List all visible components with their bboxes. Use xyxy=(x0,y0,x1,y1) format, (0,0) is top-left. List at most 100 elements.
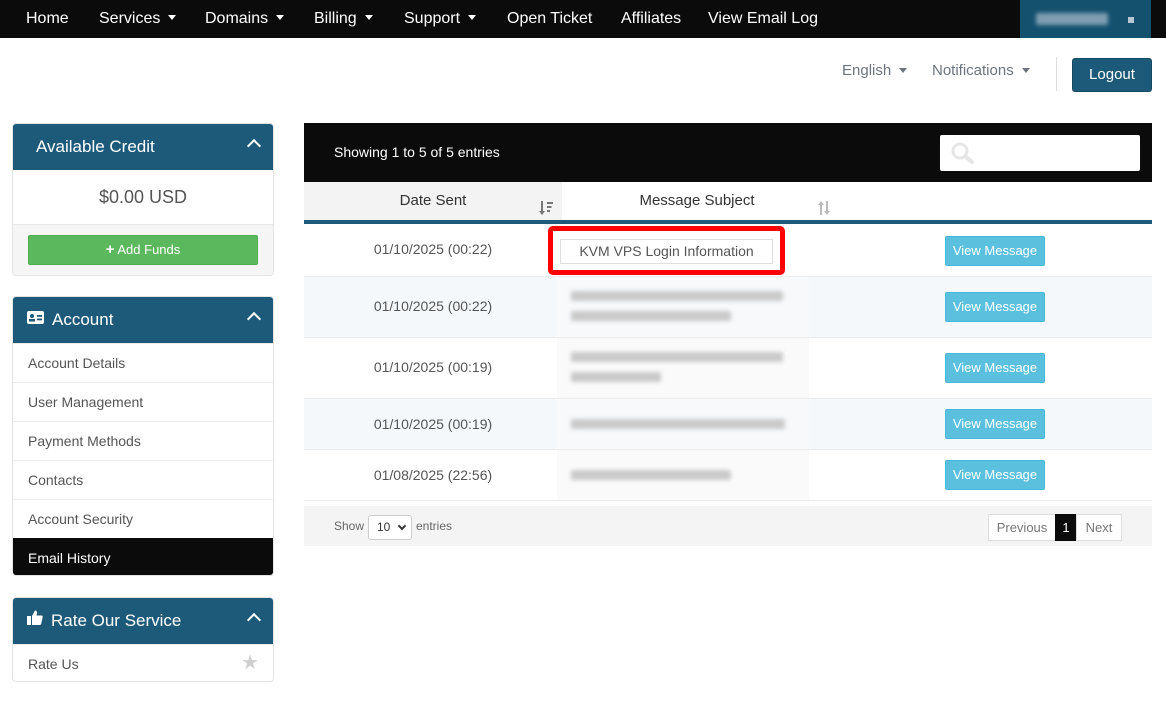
nav-home-label: Home xyxy=(26,10,69,27)
caret-down-icon xyxy=(276,15,285,21)
pagination-page-1[interactable]: 1 xyxy=(1055,514,1077,541)
pagination-previous[interactable]: Previous xyxy=(988,514,1056,541)
sidebar-item-account-security[interactable]: Account Security xyxy=(13,499,273,538)
blurred-text xyxy=(571,291,783,301)
caret-down-icon xyxy=(1021,67,1030,73)
credit-amount: $0.00 USD xyxy=(98,187,188,207)
chevron-up-icon xyxy=(246,311,262,327)
account-title: Account xyxy=(52,310,114,329)
add-funds-button[interactable]: + Add Funds xyxy=(28,235,258,265)
date-sent-cell: 01/10/2025 (00:22) xyxy=(373,241,493,257)
account-header[interactable]: Account xyxy=(13,297,273,343)
view-message-button[interactable]: View Message xyxy=(945,409,1045,439)
user-name-redacted xyxy=(1036,13,1108,25)
page-size-value: 10 xyxy=(377,520,391,534)
sidebar-item-email-history[interactable]: Email History xyxy=(13,538,273,575)
rate-service-header[interactable]: Rate Our Service xyxy=(13,598,273,644)
star-icon: ★ xyxy=(241,652,259,674)
notifications-menu[interactable]: Notifications xyxy=(932,62,1030,79)
available-credit-title: Available Credit xyxy=(36,137,155,156)
nav-open-ticket[interactable]: Open Ticket xyxy=(507,0,592,38)
blurred-text xyxy=(571,470,731,480)
rate-service-panel: Rate Our Service Rate Us ★ xyxy=(12,597,274,682)
date-sent-cell: 01/08/2025 (22:56) xyxy=(373,467,493,483)
nav-billing[interactable]: Billing xyxy=(314,0,373,38)
entries-label: entries xyxy=(416,519,453,533)
available-credit-header[interactable]: Available Credit xyxy=(13,124,273,170)
table-row: 01/10/2025 (00:19) View Message xyxy=(304,399,1152,450)
message-subject-header-label: Message Subject xyxy=(639,192,755,209)
nav-billing-label: Billing xyxy=(314,10,357,27)
table-toolbar: Showing 1 to 5 of 5 entries xyxy=(304,123,1152,182)
nav-services[interactable]: Services xyxy=(99,0,177,38)
caret-down-icon xyxy=(168,15,177,21)
header-divider xyxy=(1056,57,1057,91)
sidebar-item-contacts[interactable]: Contacts xyxy=(13,460,273,499)
message-subject-link[interactable]: KVM VPS Login Information xyxy=(560,239,773,264)
nav-services-label: Services xyxy=(99,10,161,27)
caret-down-icon xyxy=(364,15,373,21)
caret-down-icon xyxy=(468,15,477,21)
sidebar-item-payment-methods[interactable]: Payment Methods xyxy=(13,421,273,460)
plus-icon: + xyxy=(105,241,115,258)
sidebar-item-user-management[interactable]: User Management xyxy=(13,382,273,421)
language-label: English xyxy=(842,62,892,79)
top-navbar: Home Services Domains Billing Support Op… xyxy=(0,0,1166,38)
redacted-subject[interactable] xyxy=(557,277,809,337)
nav-open-ticket-label: Open Ticket xyxy=(507,10,593,27)
logout-button[interactable]: Logout xyxy=(1072,58,1152,92)
view-message-button[interactable]: View Message xyxy=(945,460,1045,490)
available-credit-panel: Available Credit $0.00 USD + Add Funds xyxy=(12,123,274,276)
search-icon xyxy=(950,141,976,168)
nav-view-email-log[interactable]: View Email Log xyxy=(708,0,818,38)
chevron-up-icon xyxy=(246,138,262,154)
chevron-down-icon xyxy=(397,521,407,531)
nav-domains[interactable]: Domains xyxy=(205,0,285,38)
highlighted-subject: KVM VPS Login Information xyxy=(548,226,785,275)
date-sent-cell: 01/10/2025 (00:19) xyxy=(373,359,493,375)
id-card-icon xyxy=(27,297,44,342)
chevron-up-icon xyxy=(246,612,262,628)
rate-us-label: Rate Us xyxy=(28,656,79,672)
nav-view-email-log-label: View Email Log xyxy=(708,10,818,27)
redacted-subject[interactable] xyxy=(557,338,809,398)
redacted-subject[interactable] xyxy=(557,450,809,500)
table-row: 01/10/2025 (00:22) View Message xyxy=(304,277,1152,338)
language-selector[interactable]: English xyxy=(842,62,908,79)
rate-service-title: Rate Our Service xyxy=(51,611,182,630)
table-footer: Show 10 entries Previous 1 Next xyxy=(304,506,1152,546)
blurred-text xyxy=(571,311,731,321)
search-input[interactable] xyxy=(940,135,1140,171)
sidebar-item-account-details[interactable]: Account Details xyxy=(13,343,273,382)
date-sent-cell: 01/10/2025 (00:22) xyxy=(373,298,493,314)
credit-footer: + Add Funds xyxy=(13,224,273,275)
nav-affiliates-label: Affiliates xyxy=(621,10,682,27)
nav-support-label: Support xyxy=(404,10,461,27)
column-header-date-sent[interactable]: Date Sent xyxy=(304,182,562,220)
page-size-select[interactable]: 10 xyxy=(368,515,412,540)
view-message-button[interactable]: View Message xyxy=(945,292,1045,322)
blurred-text xyxy=(571,352,783,362)
blurred-text xyxy=(571,419,785,429)
blurred-text xyxy=(571,372,661,382)
nav-home[interactable]: Home xyxy=(26,0,69,38)
date-sent-cell: 01/10/2025 (00:19) xyxy=(373,416,493,432)
view-message-button[interactable]: View Message xyxy=(945,236,1045,266)
table-row: 01/08/2025 (22:56) View Message xyxy=(304,450,1152,501)
nav-support[interactable]: Support xyxy=(404,0,477,38)
caret-down-icon xyxy=(1128,17,1134,23)
view-message-button[interactable]: View Message xyxy=(945,353,1045,383)
account-panel: Account Account Details User Management … xyxy=(12,296,274,576)
column-header-message-subject[interactable]: Message Subject xyxy=(562,182,832,220)
show-label: Show xyxy=(334,519,365,533)
entries-summary: Showing 1 to 5 of 5 entries xyxy=(334,144,500,160)
add-funds-label: Add Funds xyxy=(117,242,181,257)
thumbs-up-icon xyxy=(27,598,43,643)
pagination-next[interactable]: Next xyxy=(1076,514,1122,541)
date-sent-header-label: Date Sent xyxy=(399,192,467,209)
redacted-subject[interactable] xyxy=(557,399,809,449)
notifications-label: Notifications xyxy=(932,62,1014,79)
nav-affiliates[interactable]: Affiliates xyxy=(621,0,681,38)
user-menu[interactable] xyxy=(1020,0,1151,38)
sidebar-item-rate-us[interactable]: Rate Us ★ xyxy=(13,644,273,681)
